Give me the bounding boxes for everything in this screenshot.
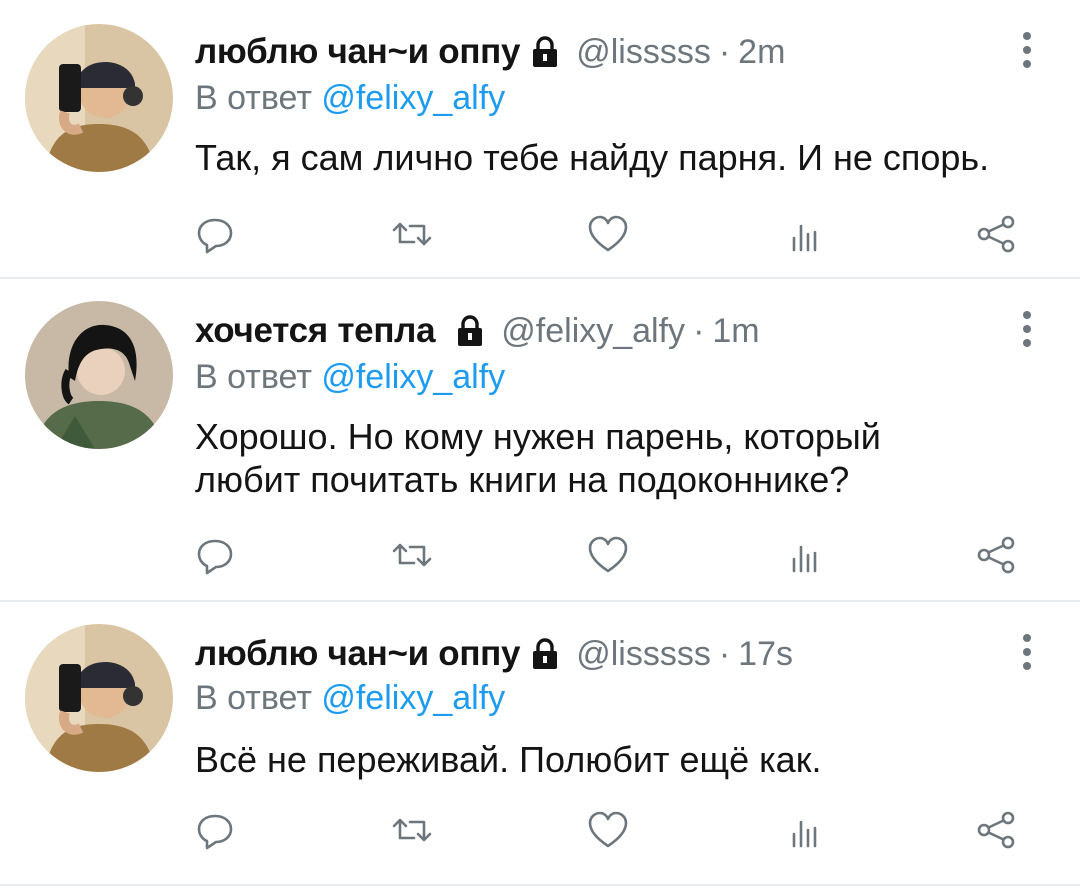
separator-dot: ·	[718, 635, 731, 673]
reply-mention-link[interactable]: @felixy_alfy	[321, 679, 505, 717]
separator-dot: ·	[693, 312, 705, 350]
retweet-icon[interactable]	[382, 204, 442, 264]
tweet-header: люблю чан~и оппу @lisssss · 17s	[195, 624, 793, 684]
like-icon[interactable]	[578, 204, 638, 264]
avatar[interactable]	[25, 24, 173, 172]
tweet[interactable]: люблю чан~и оппу @lisssss · 2m В ответ @…	[0, 0, 1080, 278]
more-options-icon[interactable]	[1010, 32, 1044, 72]
reply-context: В ответ @felixy_alfy	[195, 357, 505, 397]
user-handle[interactable]: @felixy_alfy	[501, 311, 685, 351]
analytics-icon[interactable]	[774, 525, 834, 585]
reply-prefix: В ответ	[195, 679, 322, 717]
timestamp[interactable]: 1m	[712, 311, 759, 351]
user-handle[interactable]: @lisssss	[576, 32, 711, 72]
lock-icon	[533, 36, 558, 67]
retweet-icon[interactable]	[382, 525, 442, 585]
tweet-header: хочется тепла @felixy_alfy · 1m	[195, 301, 760, 361]
display-name[interactable]: люблю чан~и оппу	[195, 634, 521, 674]
reply-mention-link[interactable]: @felixy_alfy	[321, 79, 505, 117]
timestamp[interactable]: 17s	[738, 634, 793, 674]
tweet-actions	[0, 204, 1080, 264]
tweet-text: Всё не переживай. Полюбит ещё как.	[195, 739, 822, 780]
like-icon[interactable]	[578, 800, 638, 860]
tweet-text: Так, я сам лично тебе найду парня. И не …	[195, 137, 990, 178]
timestamp[interactable]: 2m	[738, 32, 785, 72]
more-options-icon[interactable]	[1010, 311, 1044, 351]
reply-icon[interactable]	[185, 204, 245, 264]
tweet-actions	[0, 525, 1080, 585]
lock-icon	[533, 638, 558, 669]
display-name[interactable]: люблю чан~и оппу	[195, 32, 521, 72]
more-options-icon[interactable]	[1010, 634, 1044, 674]
avatar[interactable]	[25, 301, 173, 449]
reply-mention-link[interactable]: @felixy_alfy	[321, 358, 505, 396]
reply-prefix: В ответ	[195, 79, 322, 117]
analytics-icon[interactable]	[774, 800, 834, 860]
tweet-header: люблю чан~и оппу @lisssss · 2m	[195, 22, 785, 82]
user-handle[interactable]: @lisssss	[576, 634, 711, 674]
avatar[interactable]	[25, 624, 173, 772]
tweet-text: Хорошо. Но кому нужен парень, который лю…	[195, 416, 881, 500]
share-icon[interactable]	[966, 204, 1026, 264]
display-name[interactable]: хочется тепла	[195, 311, 436, 351]
tweet[interactable]: люблю чан~и оппу @lisssss · 17s В ответ …	[0, 602, 1080, 892]
tweet[interactable]: хочется тепла @felixy_alfy · 1m В ответ …	[0, 279, 1080, 601]
reply-context: В ответ @felixy_alfy	[195, 678, 505, 718]
retweet-icon[interactable]	[382, 800, 442, 860]
tweet-actions	[0, 800, 1080, 860]
lock-icon	[458, 315, 483, 346]
share-icon[interactable]	[966, 525, 1026, 585]
divider	[0, 884, 1080, 886]
reply-context: В ответ @felixy_alfy	[195, 78, 505, 118]
reply-icon[interactable]	[185, 525, 245, 585]
share-icon[interactable]	[966, 800, 1026, 860]
like-icon[interactable]	[578, 525, 638, 585]
analytics-icon[interactable]	[774, 204, 834, 264]
reply-icon[interactable]	[185, 800, 245, 860]
reply-prefix: В ответ	[195, 358, 322, 396]
separator-dot: ·	[718, 33, 731, 71]
